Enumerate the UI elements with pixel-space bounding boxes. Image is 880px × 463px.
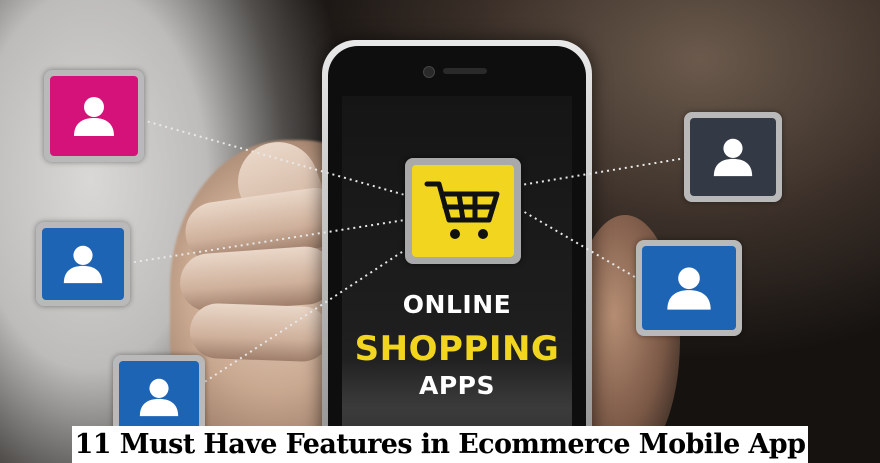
screen-text-shopping: SHOPPING — [354, 329, 560, 369]
shopping-cart-tile — [405, 158, 521, 264]
user-node-blue-left — [36, 222, 130, 306]
shopping-cart-icon — [424, 181, 500, 239]
user-icon — [74, 97, 114, 136]
screen-text-apps: APPS — [419, 371, 495, 400]
user-icon — [139, 378, 179, 417]
user-node-blue-right — [636, 240, 742, 336]
hero-image: ONLINE SHOPPING APPS 11 Must Have Featur… — [0, 0, 880, 463]
user-icon — [713, 138, 753, 177]
line-to-blue-user-left — [127, 219, 406, 264]
user-icon — [63, 245, 103, 284]
shopping-cart-tile-face — [412, 165, 514, 257]
user-node-dark — [684, 112, 782, 202]
screen-text-online: ONLINE — [402, 290, 512, 319]
line-to-dark-user — [520, 157, 687, 186]
image-caption: 11 Must Have Features in Ecommerce Mobil… — [72, 426, 808, 463]
line-to-pink-user — [141, 119, 406, 196]
user-node-pink — [44, 70, 144, 162]
line-to-blue-user-right — [520, 209, 641, 281]
user-icon — [667, 267, 711, 310]
